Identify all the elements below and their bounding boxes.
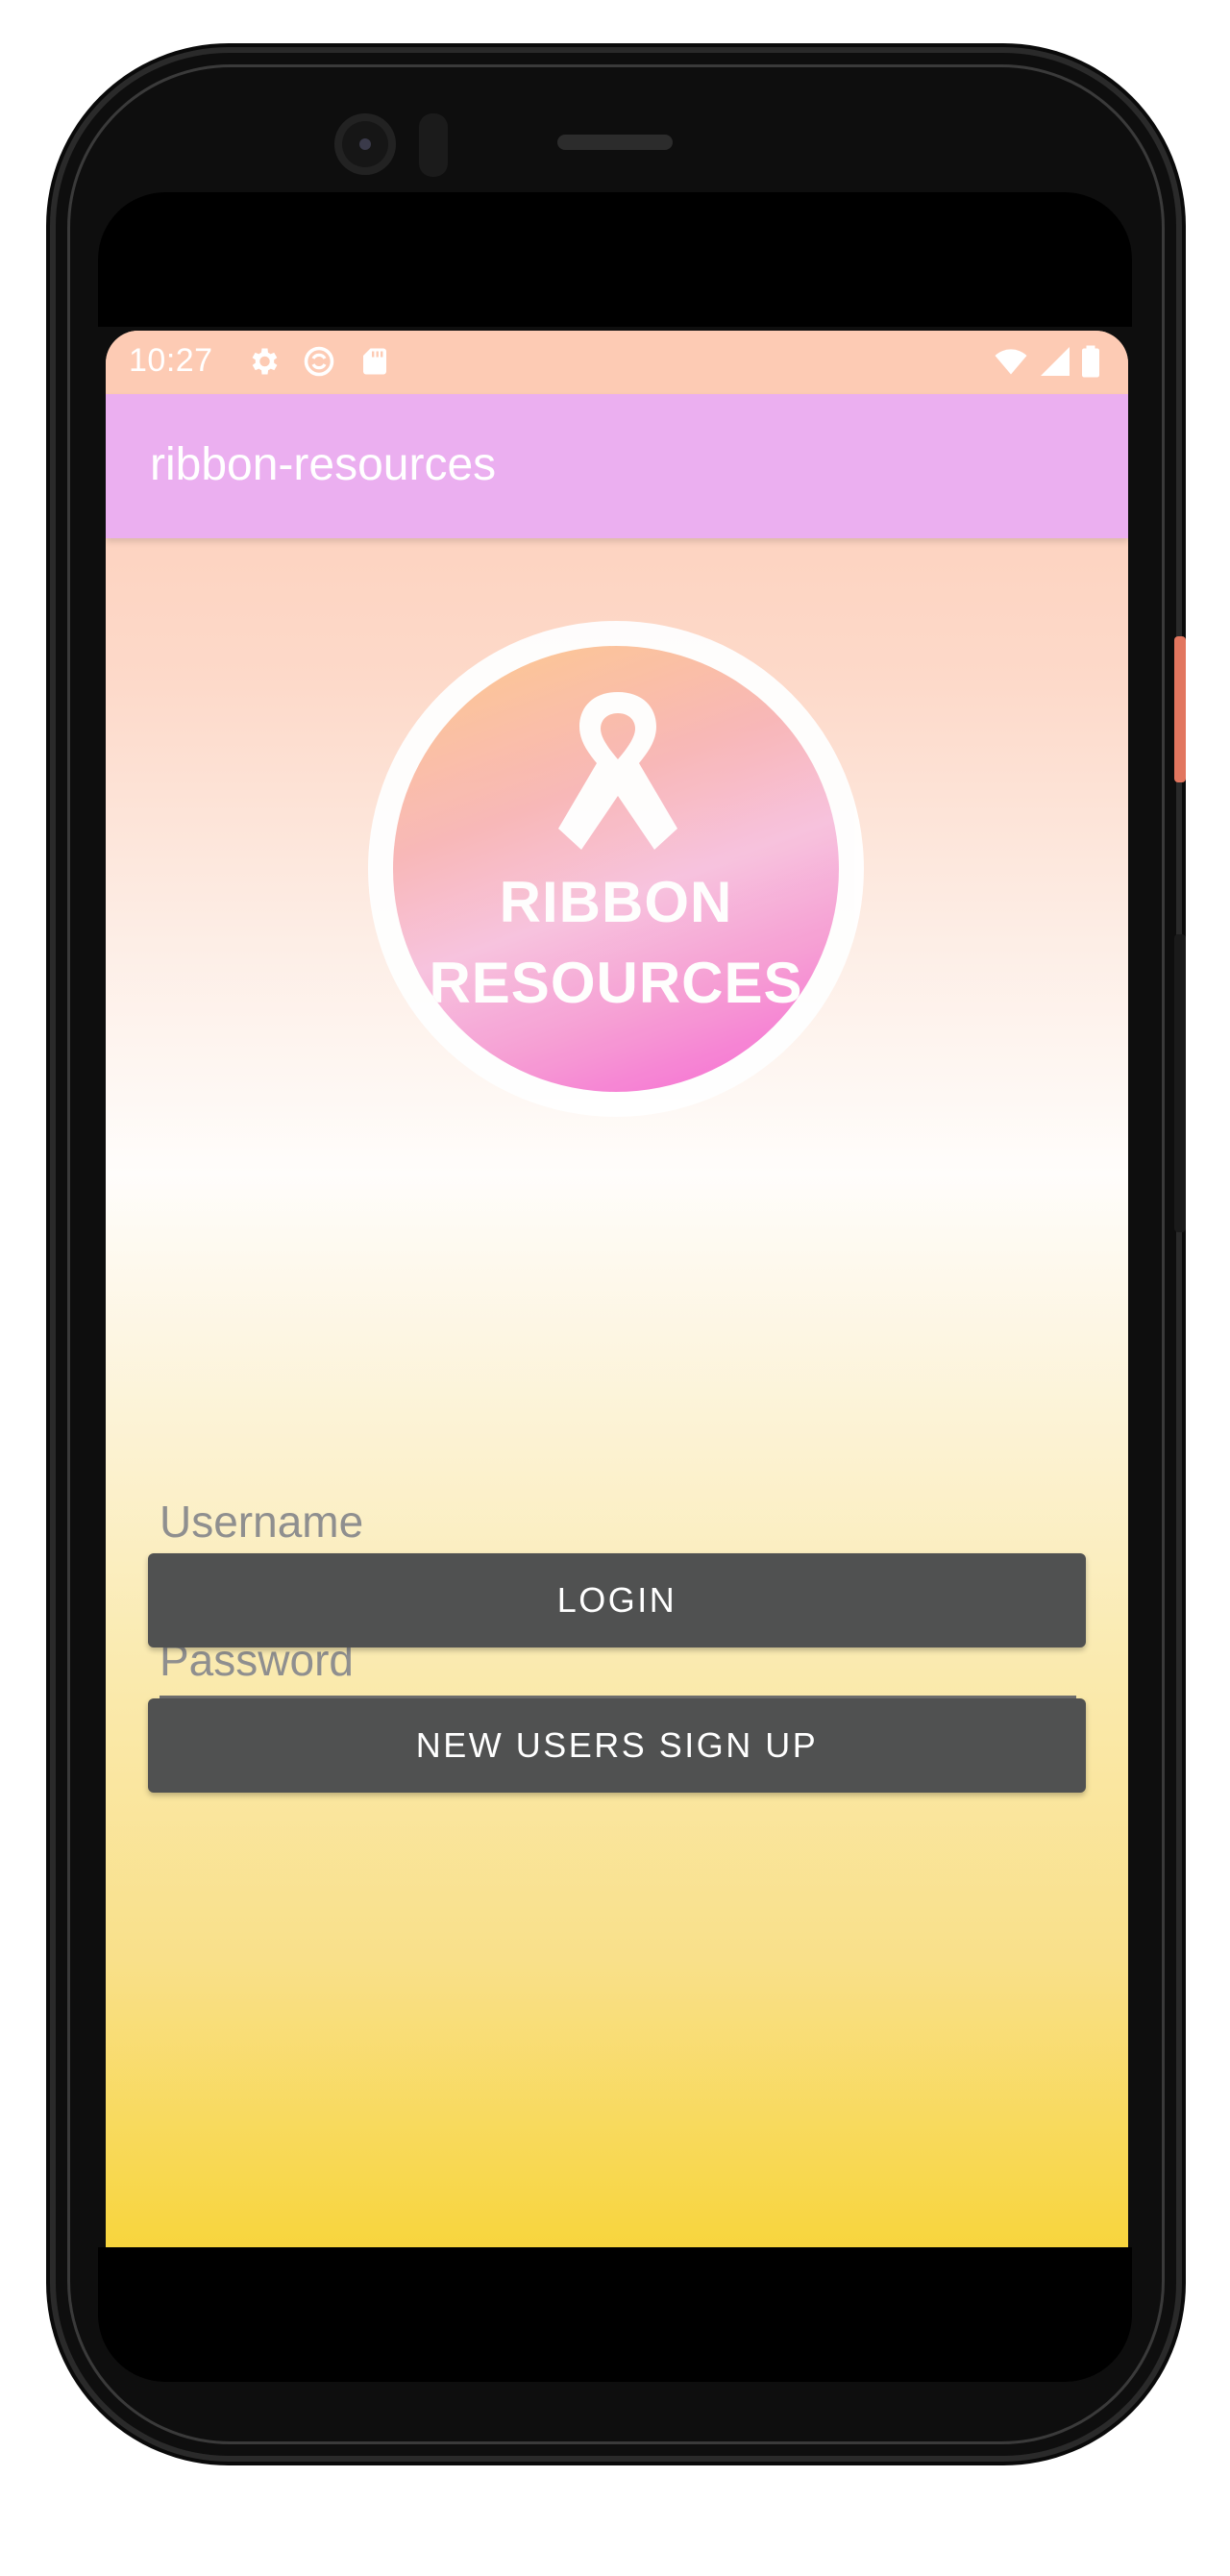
logo-badge: RIBBON RESOURCES [393, 646, 839, 1092]
top-bezel [98, 192, 1132, 327]
app-title: ribbon-resources [150, 439, 497, 490]
login-button[interactable]: LOGIN [148, 1553, 1086, 1647]
awareness-ribbon-icon [558, 692, 677, 850]
wifi-icon [990, 344, 1032, 379]
status-bar: 10:27 [106, 331, 1128, 394]
new-users-sign-up-button[interactable]: NEW USERS SIGN UP [148, 1698, 1086, 1793]
app-screen: 10:27 ribbon-resources RIBBON RESOURCES … [106, 331, 1128, 2247]
status-time: 10:27 [129, 342, 213, 379]
earpiece-speaker [557, 135, 673, 150]
power-button [1174, 636, 1186, 782]
logo-text-line-2: RESOURCES [429, 951, 803, 1015]
battery-icon [1080, 344, 1109, 379]
proximity-sensor [419, 113, 448, 177]
username-input[interactable] [160, 1496, 1076, 1548]
sign-up-button-label: NEW USERS SIGN UP [415, 1725, 819, 1765]
login-button-label: LOGIN [556, 1580, 677, 1620]
volume-button [1174, 934, 1186, 1232]
logo-text-line-1: RIBBON [499, 870, 733, 934]
app-bar: ribbon-resources [106, 394, 1128, 538]
front-camera [334, 113, 396, 175]
bottom-bezel [98, 2247, 1132, 2382]
signal-icon [1038, 344, 1072, 379]
username-field[interactable] [160, 1480, 1076, 1560]
sync-icon [302, 344, 336, 379]
sd-card-icon [357, 344, 392, 379]
gear-icon [246, 344, 281, 379]
ribbon-resources-logo: RIBBON RESOURCES [368, 621, 864, 1117]
